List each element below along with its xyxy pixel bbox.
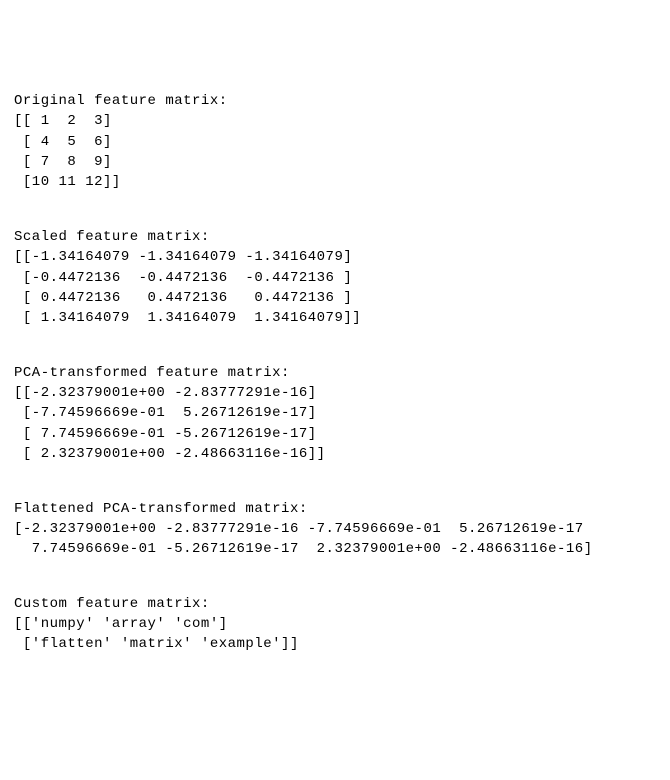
section-scaled: Scaled feature matrix: [[-1.34164079 -1.… — [14, 227, 656, 328]
section-original: Original feature matrix: [[ 1 2 3] [ 4 5… — [14, 91, 656, 192]
section-custom: Custom feature matrix: [['numpy' 'array'… — [14, 594, 656, 655]
section-flattened: Flattened PCA-transformed matrix: [-2.32… — [14, 499, 656, 560]
section-pca: PCA-transformed feature matrix: [[-2.323… — [14, 363, 656, 464]
